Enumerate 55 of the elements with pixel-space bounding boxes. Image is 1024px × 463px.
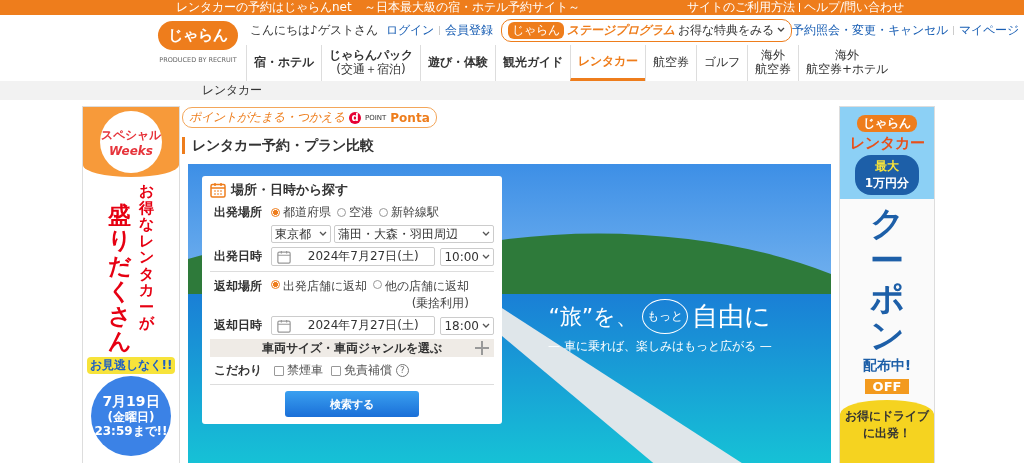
account-link[interactable]: 予約照会・変更・キャンセル: [791, 21, 948, 39]
time-select[interactable]: 10:00: [440, 247, 494, 266]
banner-headline: 盛りだくさん: [108, 203, 131, 355]
field-label: 返却場所: [214, 278, 263, 295]
checkbox-option[interactable]: 禁煙車: [274, 362, 323, 379]
date-badge: 7月19日 (金曜日) 23:59まで!!: [91, 375, 171, 456]
hero-slogan: 自由に: [692, 300, 772, 333]
calendar-icon: [277, 318, 291, 333]
ad-banner[interactable]: じゃらん レンタカー 最大 1万円分 クーポン 配布中! OFF お得にドライブに出発！: [839, 106, 935, 463]
vehicle-section-toggle[interactable]: 車両サイズ・車両ジャンルを選ぶ: [210, 339, 494, 357]
banner-logo-text: スペシャル: [101, 126, 161, 144]
account-link[interactable]: マイページ: [958, 21, 1019, 39]
chevron-down-icon: [776, 27, 785, 33]
chevron-down-icon: [482, 253, 490, 260]
chevron-down-icon: [319, 231, 327, 237]
form-title: 場所・日時から探す: [231, 181, 348, 199]
auth-link[interactable]: 会員登録: [444, 21, 493, 39]
banner-logo-text: Weeks: [109, 143, 153, 158]
search-button[interactable]: 検索する: [285, 391, 419, 417]
site-tagline: レンタカーの予約はじゃらんnet ～日本最大級の宿・ホテル予約サイト～: [176, 0, 580, 16]
date-field[interactable]: 2024年7月27日(土): [271, 316, 436, 335]
chevron-down-icon: [482, 231, 490, 237]
calendar-icon: [210, 182, 226, 198]
checkbox-option[interactable]: 免責補償: [331, 362, 392, 379]
radio-option[interactable]: 都道府県: [271, 204, 331, 221]
field-label: 出発日時: [214, 248, 263, 265]
hero-slogan: “旅”を、: [548, 302, 639, 331]
banner-title: レンタカー: [849, 134, 925, 153]
banner-text: 配布中!: [862, 356, 912, 375]
prefecture-select[interactable]: 東京都: [271, 225, 331, 243]
auth-link[interactable]: ログイン: [385, 21, 434, 39]
time-select[interactable]: 18:00: [440, 316, 494, 335]
radio-option[interactable]: 他の店舗に返却 (乗捨利用): [373, 278, 469, 312]
banner-headline: お得なレンタカーが: [139, 183, 154, 332]
radio-option[interactable]: 出発店舗に返却: [271, 278, 367, 312]
stage-program-button[interactable]: じゃらん ステージプログラム お得な特典をみる: [500, 18, 792, 42]
date-field[interactable]: 2024年7月27日(土): [271, 247, 436, 266]
cloud-badge: 最大 1万円分: [854, 155, 920, 195]
banner-logo-text: じゃらん: [857, 115, 917, 132]
banner-ribbon: お見逃しなく!!: [86, 356, 176, 374]
banner-headline: クーポン: [870, 205, 904, 355]
chevron-down-icon: [482, 322, 490, 329]
greeting-text: こんにちは♪ゲストさん: [250, 21, 378, 39]
radio-option[interactable]: 空港: [337, 204, 373, 221]
area-select[interactable]: 蒲田・大森・羽田周辺: [334, 225, 494, 243]
banner-text: お得にドライブに出発！: [844, 407, 930, 442]
page-title: レンタカー予約・プラン比較: [182, 137, 831, 154]
breadcrumb-item[interactable]: レンタカー: [202, 82, 262, 99]
field-label: 出発場所: [214, 204, 263, 221]
field-label: こだわり: [214, 362, 263, 379]
off-tag: OFF: [864, 378, 910, 394]
field-label: 返却日時: [214, 317, 263, 334]
radio-option[interactable]: 新幹線駅: [379, 204, 439, 221]
calendar-icon: [277, 249, 291, 264]
hero-subtitle: — 車に乗れば、楽しみはもっと広がる —: [548, 338, 772, 355]
